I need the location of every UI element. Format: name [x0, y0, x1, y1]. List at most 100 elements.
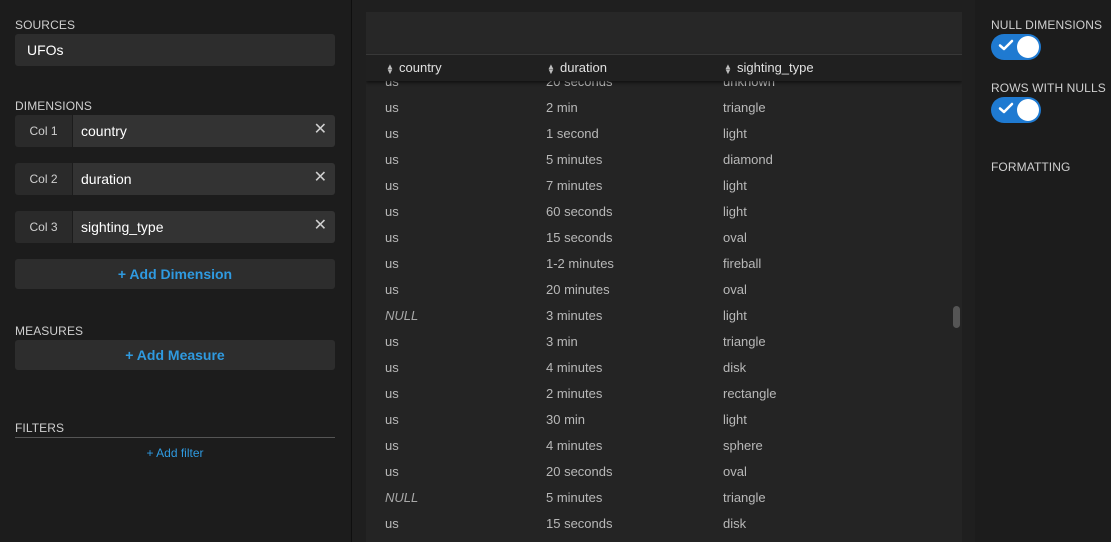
- table-cell-country: us: [385, 152, 399, 167]
- filters-divider: [15, 437, 335, 438]
- source-value: UFOs: [27, 42, 64, 58]
- table-cell-duration: 5 minutes: [546, 152, 603, 167]
- table-cell-duration: 7 minutes: [546, 178, 603, 193]
- table-row: us 20 seconds oval: [366, 458, 962, 484]
- dimension-field[interactable]: sighting_type ✕: [73, 211, 335, 243]
- table-cell-sighting-type: triangle: [723, 334, 766, 349]
- dimension-row: Col 2 duration ✕: [15, 163, 335, 195]
- table-cell-sighting-type: diamond: [723, 152, 773, 167]
- null-dimensions-toggle[interactable]: [991, 34, 1041, 60]
- toggle-knob: [1017, 99, 1039, 121]
- add-dimension-button[interactable]: + Add Dimension: [15, 259, 335, 289]
- table-cell-country: us: [385, 178, 399, 193]
- table-row: us 1-2 minutes fireball: [366, 250, 962, 276]
- left-panel: SOURCES UFOs DIMENSIONS Col 1 country ✕ …: [0, 0, 350, 542]
- table-cell-sighting-type: light: [723, 178, 747, 193]
- vertical-scrollbar[interactable]: [953, 306, 960, 328]
- table-cell-duration: 15 seconds: [546, 230, 613, 245]
- table-cell-duration: 4 minutes: [546, 438, 603, 453]
- dimension-field[interactable]: duration ✕: [73, 163, 335, 195]
- dimension-row: Col 3 sighting_type ✕: [15, 211, 335, 243]
- dimension-col-tag: Col 2: [15, 163, 72, 195]
- rows-with-nulls-label: ROWS WITH NULLS: [991, 81, 1106, 95]
- table-row: us 2 minutes rectangle: [366, 380, 962, 406]
- dimension-name: sighting_type: [81, 219, 164, 235]
- table-row: us 4 minutes sphere: [366, 432, 962, 458]
- table-cell-country: NULL: [385, 490, 419, 505]
- table-cell-duration: 20 minutes: [546, 282, 610, 297]
- column-header-duration[interactable]: ▲ ▼ duration: [547, 60, 607, 75]
- table-cell-duration: 2 minutes: [546, 386, 603, 401]
- remove-dimension-icon[interactable]: ✕: [314, 122, 327, 138]
- table-row: us 2 min triangle: [366, 94, 962, 120]
- table-cell-sighting-type: light: [723, 204, 747, 219]
- table-cell-country: us: [385, 516, 399, 531]
- table-row: us 7 minutes light: [366, 172, 962, 198]
- table-toolbar: [366, 12, 962, 55]
- table-cell-country: us: [385, 126, 399, 141]
- table-cell-duration: 20 seconds: [546, 464, 613, 479]
- table-row: NULL 3 minutes light: [366, 302, 962, 328]
- table-cell-duration: 3 minutes: [546, 308, 603, 323]
- table-cell-country: us: [385, 412, 399, 427]
- table-cell-country: NULL: [385, 308, 419, 323]
- table-header: ▲ ▼ country ▲ ▼ duration ▲ ▼ sighting_type: [366, 55, 962, 81]
- table-cell-duration: 60 seconds: [546, 204, 613, 219]
- dimension-name: duration: [81, 171, 132, 187]
- table-cell-sighting-type: triangle: [723, 490, 766, 505]
- dimension-row: Col 1 country ✕: [15, 115, 335, 147]
- results-table: ▲ ▼ country ▲ ▼ duration ▲ ▼ sighting_type us 2…: [366, 12, 962, 542]
- column-header-sighting-type[interactable]: ▲ ▼ sighting_type: [724, 60, 814, 75]
- dimension-col-tag: Col 1: [15, 115, 72, 147]
- table-row: us 30 min light: [366, 406, 962, 432]
- dimension-field[interactable]: country ✕: [73, 115, 335, 147]
- table-cell-sighting-type: fireball: [723, 256, 762, 271]
- results-panel: ▲ ▼ country ▲ ▼ duration ▲ ▼ sighting_type us 2…: [351, 0, 976, 542]
- table-cell-country: us: [385, 464, 399, 479]
- table-row: NULL 5 minutes triangle: [366, 484, 962, 510]
- table-cell-duration: 5 minutes: [546, 490, 603, 505]
- filters-label: FILTERS: [15, 421, 65, 435]
- table-cell-sighting-type: oval: [723, 464, 747, 479]
- remove-dimension-icon[interactable]: ✕: [314, 218, 327, 234]
- table-cell-country: us: [385, 256, 399, 271]
- remove-dimension-icon[interactable]: ✕: [314, 170, 327, 186]
- table-cell-duration: 1-2 minutes: [546, 256, 614, 271]
- formatting-label[interactable]: FORMATTING: [991, 160, 1070, 174]
- add-filter-link[interactable]: + Add filter: [0, 446, 350, 460]
- table-row: us 20 minutes oval: [366, 276, 962, 302]
- table-cell-country: us: [385, 386, 399, 401]
- table-cell-sighting-type: rectangle: [723, 386, 777, 401]
- sort-icon: ▲ ▼: [547, 61, 555, 76]
- add-measure-button[interactable]: + Add Measure: [15, 340, 335, 370]
- table-cell-country: us: [385, 360, 399, 375]
- toggle-knob: [1017, 36, 1039, 58]
- table-row: us 60 seconds light: [366, 198, 962, 224]
- rows-with-nulls-toggle[interactable]: [991, 97, 1041, 123]
- check-icon: [998, 102, 1014, 114]
- table-cell-duration: 1 second: [546, 126, 599, 141]
- dimension-col-tag: Col 3: [15, 211, 72, 243]
- source-selector[interactable]: UFOs: [15, 34, 335, 66]
- table-cell-country: us: [385, 204, 399, 219]
- table-cell-country: us: [385, 282, 399, 297]
- sources-label: SOURCES: [15, 18, 76, 32]
- measures-label: MEASURES: [15, 324, 84, 338]
- table-cell-sighting-type: disk: [723, 516, 747, 531]
- table-cell-sighting-type: sphere: [723, 438, 763, 453]
- table-cell-sighting-type: light: [723, 308, 747, 323]
- table-row: us 1 second light: [366, 120, 962, 146]
- check-icon: [998, 39, 1014, 51]
- table-cell-sighting-type: oval: [723, 282, 747, 297]
- table-cell-country: us: [385, 334, 399, 349]
- table-cell-sighting-type: light: [723, 412, 747, 427]
- column-header-country[interactable]: ▲ ▼ country: [386, 60, 442, 75]
- table-row: us 4 minutes disk: [366, 354, 962, 380]
- sort-icon: ▲ ▼: [724, 61, 732, 76]
- table-cell-duration: 2 min: [546, 100, 578, 115]
- table-cell-sighting-type: oval: [723, 230, 747, 245]
- table-row: us 15 seconds disk: [366, 510, 962, 536]
- table-cell-duration: 15 seconds: [546, 516, 613, 531]
- table-cell-country: us: [385, 438, 399, 453]
- table-cell-sighting-type: light: [723, 126, 747, 141]
